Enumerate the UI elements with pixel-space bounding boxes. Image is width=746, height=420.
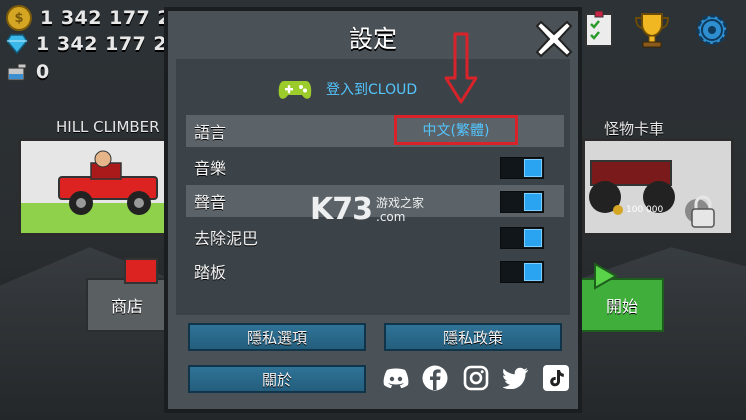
watermark-logo: K73	[310, 192, 373, 227]
gamepad-icon	[278, 81, 312, 99]
watermark-line1: 游戏之家	[376, 195, 425, 210]
shop-button[interactable]: 商店	[86, 278, 168, 332]
price-tag: 100 000	[613, 205, 663, 215]
start-label: 開始	[605, 297, 638, 316]
red-arrow-annotation	[444, 32, 478, 104]
twitter-icon[interactable]	[503, 365, 529, 391]
privacy-options-button[interactable]: 隱私選項	[188, 323, 366, 351]
watermark: K73 游戏之家 .com	[310, 192, 424, 227]
pedals-row: 踏板	[186, 255, 564, 287]
tiktok-icon[interactable]	[543, 365, 569, 391]
discord-icon[interactable]	[383, 365, 409, 391]
close-icon	[535, 20, 573, 58]
toggle-knob	[524, 193, 542, 211]
fuel-counter: 0	[6, 61, 50, 83]
close-button[interactable]	[534, 19, 574, 59]
privacy-policy-label: 隱私政策	[442, 328, 503, 347]
left-vehicle-card[interactable]	[18, 138, 168, 236]
right-vehicle-card[interactable]: 100 000	[582, 138, 734, 236]
music-toggle[interactable]	[500, 157, 544, 179]
about-label: 關於	[261, 370, 292, 389]
coin-icon: $	[6, 5, 32, 31]
pedals-label: 踏板	[194, 263, 227, 282]
fuel-can-icon	[6, 61, 28, 83]
privacy-options-label: 隱私選項	[246, 328, 307, 347]
language-selector[interactable]: 中文(繁體)	[394, 115, 518, 145]
instagram-icon[interactable]	[463, 365, 489, 391]
left-vehicle-title: HILL CLIMBER	[56, 118, 160, 136]
remove-mud-toggle[interactable]	[500, 227, 544, 249]
fuel-value: 0	[36, 61, 50, 83]
toggle-knob	[524, 229, 542, 247]
dialog-title: 設定	[349, 25, 397, 53]
toggle-knob	[524, 159, 542, 177]
language-label: 語言	[194, 123, 227, 142]
about-button[interactable]: 關於	[188, 365, 366, 393]
pedals-toggle[interactable]	[500, 261, 544, 283]
shop-gift-icon	[124, 258, 158, 284]
privacy-policy-button[interactable]: 隱私政策	[384, 323, 562, 351]
jeep-icon	[21, 150, 165, 233]
cloud-login-label: 登入到CLOUD	[326, 82, 418, 98]
facebook-icon[interactable]	[422, 365, 448, 391]
language-value: 中文(繁體)	[422, 123, 490, 139]
gear-icon[interactable]	[690, 8, 734, 52]
price-value: 100 000	[626, 205, 664, 215]
right-vehicle-title: 怪物卡車	[604, 120, 665, 138]
sound-label: 聲音	[194, 193, 227, 212]
watermark-text: 游戏之家 .com	[376, 196, 424, 224]
cloud-login-button[interactable]: 登入到CLOUD	[278, 77, 417, 101]
gem-icon	[6, 33, 28, 55]
lock-icon	[691, 195, 715, 228]
sound-toggle[interactable]	[500, 191, 544, 213]
music-row: 音樂	[186, 151, 564, 183]
checklist-icon[interactable]	[578, 8, 622, 52]
music-label: 音樂	[194, 159, 227, 178]
shop-label: 商店	[110, 297, 143, 316]
toggle-knob	[524, 263, 542, 281]
language-row: 語言 中文(繁體)	[186, 115, 564, 147]
remove-mud-label: 去除泥巴	[194, 229, 259, 248]
watermark-line2: .com	[376, 209, 406, 224]
coin-small-icon	[613, 205, 623, 215]
trophy-icon[interactable]	[630, 8, 674, 52]
play-arrow-icon	[594, 262, 618, 290]
